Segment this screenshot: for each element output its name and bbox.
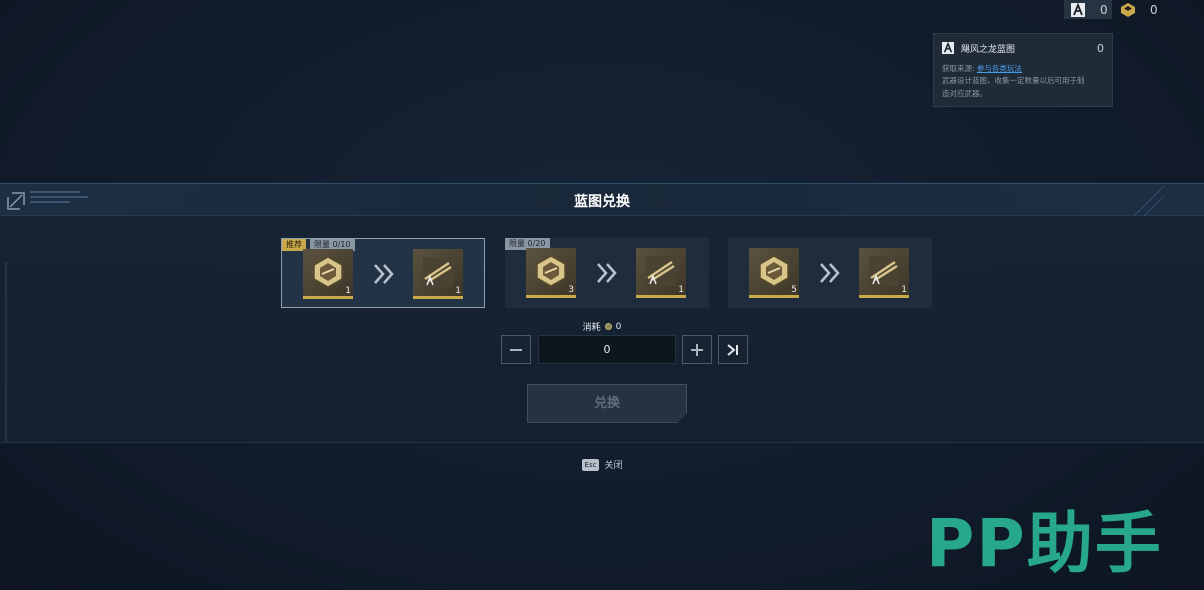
blueprint-fragment-icon	[759, 255, 789, 287]
reward-quantity: 1	[901, 285, 907, 295]
currency-blueprint: 0	[1064, 0, 1112, 19]
cost-quantity: 5	[791, 285, 797, 295]
tooltip-source-label: 获取来源:	[942, 64, 975, 73]
plus-icon	[691, 343, 703, 356]
currency-gold-value: 0	[1150, 2, 1158, 17]
reward-item: 1	[636, 248, 686, 298]
cost-value: 0	[615, 321, 622, 332]
tooltip-desc-line2: 造对应武器。	[942, 89, 987, 98]
coin-icon	[604, 323, 612, 330]
watermark: PP助手	[926, 505, 1163, 582]
weapon-blueprint-icon	[423, 257, 453, 287]
minus-icon	[510, 348, 522, 351]
reward-quantity: 1	[455, 286, 461, 296]
reward-item: 1	[859, 248, 909, 298]
close-hint[interactable]: Esc 关闭	[0, 458, 1204, 471]
cost-item: 5	[749, 248, 799, 298]
cost-display: 消耗 0	[0, 320, 1204, 334]
max-button[interactable]	[718, 335, 748, 364]
quantity-input[interactable]: 0	[538, 335, 676, 364]
esc-key: Esc	[581, 458, 600, 471]
panel-header: 蓝图兑换	[0, 184, 1204, 216]
cost-item: 1	[303, 249, 353, 299]
reward-item: 1	[413, 249, 463, 299]
exchange-offer-1[interactable]: 推荐 限量 0/10 1 1	[281, 238, 485, 308]
cost-label: 消耗	[582, 323, 601, 333]
weapon-blueprint-icon	[869, 256, 899, 286]
double-chevron-right-icon	[597, 263, 617, 283]
double-chevron-right-icon	[820, 263, 840, 283]
blueprint-icon	[1070, 2, 1086, 18]
reward-quantity: 1	[678, 285, 684, 295]
skip-to-max-icon	[727, 343, 738, 356]
blueprint-fragment-icon	[313, 256, 343, 288]
increase-button[interactable]	[682, 335, 712, 364]
cost-item: 3	[526, 248, 576, 298]
exchange-offer-2[interactable]: 限量 0/20 3 1	[505, 238, 709, 308]
currency-gold: 0	[1120, 0, 1158, 19]
tooltip-source-link[interactable]: 参与各类玩法	[977, 64, 1022, 73]
side-decoration	[5, 262, 7, 442]
tooltip-desc-line1: 武器设计蓝图，收集一定数量以后可用于制	[942, 76, 1085, 85]
cost-quantity: 1	[345, 286, 351, 296]
blueprint-fragment-icon	[536, 255, 566, 287]
gold-shard-icon	[1120, 2, 1136, 18]
weapon-blueprint-icon	[646, 256, 676, 286]
decrease-button[interactable]	[501, 335, 531, 364]
double-chevron-right-icon	[374, 264, 394, 284]
exchange-offer-3[interactable]: 5 1	[728, 238, 932, 308]
tooltip-source: 获取来源: 参与各类玩法	[942, 63, 1104, 74]
header-decoration	[1133, 185, 1164, 216]
cost-quantity: 3	[568, 285, 574, 295]
blueprint-icon	[942, 42, 954, 54]
tooltip-item-count: 0	[1097, 41, 1104, 55]
tooltip-item-name: 飓风之龙蓝图	[961, 44, 1016, 55]
exchange-button[interactable]: 兑换	[527, 384, 687, 423]
panel-title: 蓝图兑换	[574, 194, 630, 210]
currency-blueprint-value: 0	[1100, 2, 1108, 17]
close-label: 关闭	[604, 461, 623, 471]
item-tooltip: 飓风之龙蓝图 0 获取来源: 参与各类玩法 武器设计蓝图，收集一定数量以后可用于…	[933, 33, 1113, 107]
